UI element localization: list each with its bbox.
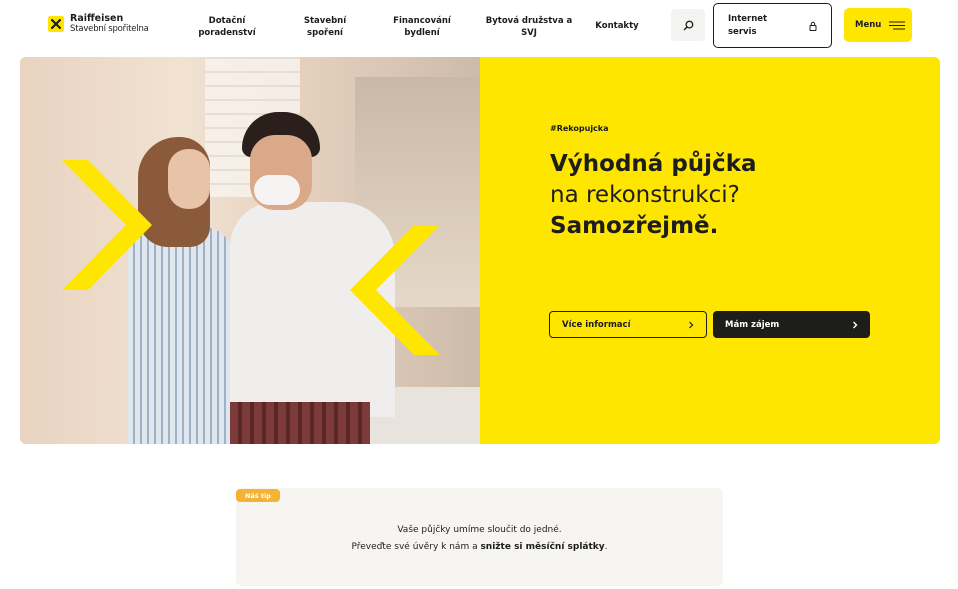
headline-line-3: Samozřejmě. <box>550 213 719 239</box>
nav-item-stavebni-sporeni[interactable]: Stavební spoření <box>296 15 354 39</box>
chevron-right-graphic-icon <box>62 160 152 290</box>
chevron-left-graphic-icon <box>350 225 440 355</box>
site-header: Raiffeisen Stavební spořitelna Dotační p… <box>0 0 958 52</box>
search-icon <box>683 20 693 30</box>
hero-photo-couple-bathroom <box>20 57 480 444</box>
tip-line-2-prefix: Převeďte své úvěry k nám a <box>351 542 481 552</box>
nav-item-bytova-druzstva[interactable]: Bytová družstva a SVJ <box>484 15 574 39</box>
search-button[interactable] <box>671 9 705 41</box>
chevron-right-icon <box>853 321 858 328</box>
hero-content: #Rekopujcka Výhodná půjčka na rekonstruk… <box>549 57 930 444</box>
hero-headline: Výhodná půjčka na rekonstrukci? Samozřej… <box>550 149 757 242</box>
tip-text: Vaše půjčky umíme sloučit do jedné. Přev… <box>236 522 723 556</box>
more-info-label: Více informací <box>562 319 631 330</box>
nav-item-kontakty[interactable]: Kontakty <box>592 20 642 32</box>
chevron-right-icon <box>689 321 694 328</box>
interest-button[interactable]: Mám zájem <box>713 311 870 338</box>
headline-line-1: Výhodná půjčka <box>550 151 757 177</box>
internet-servis-button[interactable]: Internet servis <box>713 3 832 48</box>
logo-mark-icon <box>48 16 64 32</box>
hero-tag: #Rekopujcka <box>550 124 609 133</box>
hamburger-icon <box>889 20 906 30</box>
lock-icon <box>809 21 817 31</box>
logo-subtitle: Stavební spořitelna <box>70 24 149 34</box>
interest-label: Mám zájem <box>725 319 780 330</box>
raiffeisen-logo[interactable]: Raiffeisen Stavební spořitelna <box>48 14 149 34</box>
headline-line-2: na rekonstrukci? <box>550 182 740 208</box>
logo-name: Raiffeisen <box>70 13 124 24</box>
internet-servis-label: Internet servis <box>728 14 768 37</box>
nav-item-financovani-bydleni[interactable]: Financování bydlení <box>386 15 458 39</box>
nav-item-dotacni-poradenstvi[interactable]: Dotační poradenství <box>196 15 258 39</box>
menu-label: Menu <box>855 20 882 30</box>
tip-line-1: Vaše půjčky umíme sloučit do jedné. <box>397 525 562 535</box>
tip-badge: Náš tip <box>236 489 280 502</box>
menu-button[interactable]: Menu <box>844 8 912 42</box>
tip-line-2-suffix: . <box>604 542 608 552</box>
tip-box: Náš tip Vaše půjčky umíme sloučit do jed… <box>236 488 723 586</box>
more-info-button[interactable]: Více informací <box>549 311 707 338</box>
hero-banner: #Rekopujcka Výhodná půjčka na rekonstruk… <box>20 57 940 444</box>
tip-line-2-bold: snižte si měsíční splátky <box>480 542 605 552</box>
